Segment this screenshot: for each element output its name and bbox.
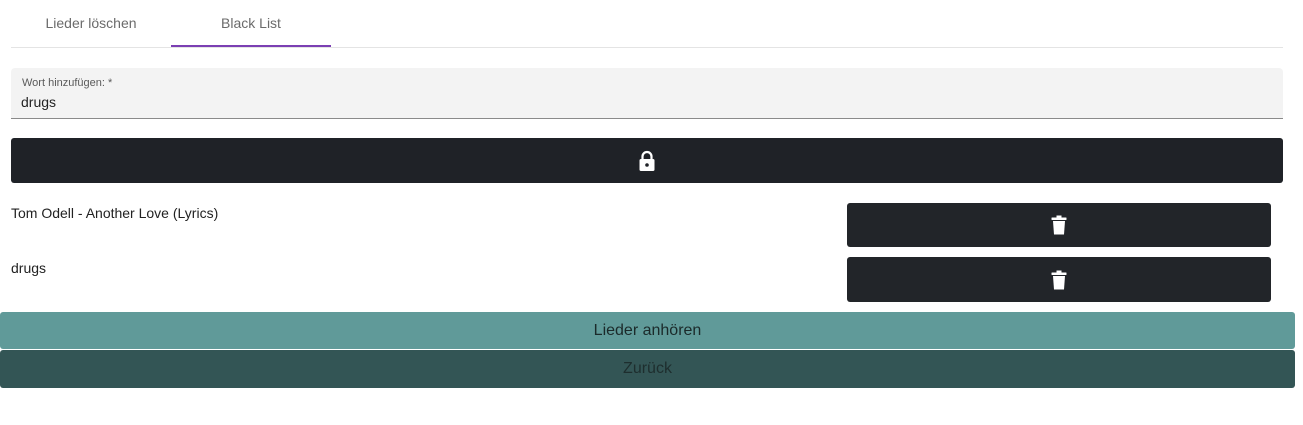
add-to-blacklist-button[interactable] (11, 138, 1283, 183)
add-word-input[interactable] (21, 92, 1261, 112)
blacklist-item-text: Tom Odell - Another Love (Lyrics) (11, 205, 219, 221)
delete-item-button[interactable] (847, 257, 1271, 302)
blacklist-item-text: drugs (11, 260, 47, 276)
lock-icon (639, 150, 655, 171)
add-word-field[interactable]: Wort hinzufügen: * (11, 68, 1283, 119)
listen-songs-label: Lieder anhören (593, 321, 702, 339)
tab-label: Black List (221, 14, 281, 31)
add-word-label: Wort hinzufügen: * (22, 77, 113, 89)
back-button[interactable]: Zurück (0, 350, 1295, 388)
back-label: Zurück (623, 360, 672, 377)
trash-icon (1051, 215, 1067, 235)
tab-delete-songs[interactable]: Lieder löschen (11, 0, 171, 46)
tab-bar: Lieder löschen Black List (11, 0, 1283, 48)
trash-icon (1051, 270, 1067, 289)
listen-songs-button[interactable]: Lieder anhören (0, 312, 1295, 349)
tab-label: Lieder löschen (45, 15, 137, 31)
blacklist-page: Lieder löschen Black List Wort hinzufüge… (0, 0, 1303, 425)
tab-black-list[interactable]: Black List (171, 0, 331, 47)
delete-item-button[interactable] (847, 203, 1271, 247)
